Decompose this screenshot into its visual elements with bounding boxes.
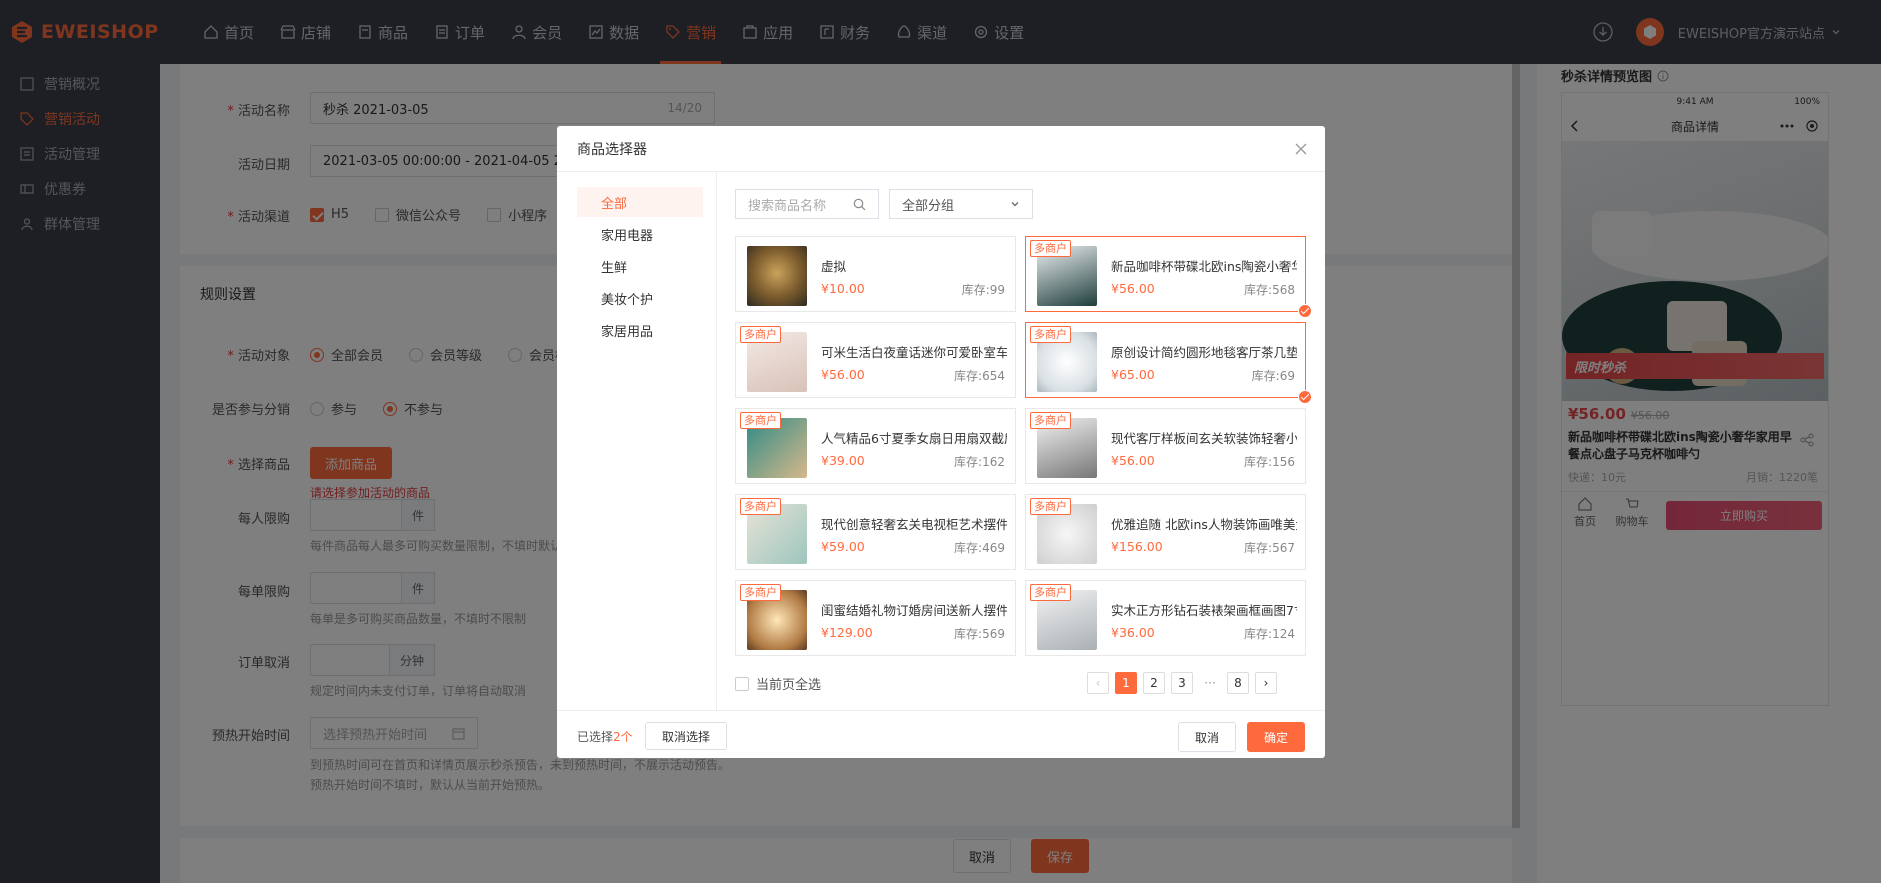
multi-merchant-badge: 多商户 — [1030, 326, 1071, 343]
product-name: 现代客厅样板间玄关软装饰轻奢小摆件 — [1111, 431, 1297, 446]
page-8[interactable]: 8 — [1227, 672, 1249, 694]
page-2[interactable]: 2 — [1143, 672, 1165, 694]
product-search-input[interactable]: 搜索商品名称 — [735, 189, 879, 219]
select-all-label: 当前页全选 — [756, 678, 822, 693]
product-name: 可米生活白夜童话迷你可爱卧室车载 — [821, 345, 1007, 360]
product-name: 闺蜜结婚礼物订婚房间送新人摆件 — [821, 603, 1007, 618]
search-placeholder: 搜索商品名称 — [748, 198, 827, 214]
product-price: ¥156.00 — [1111, 539, 1163, 554]
clear-selection-button[interactable]: 取消选择 — [645, 722, 727, 750]
product-name: 原创设计简约圆形地毯客厅茶几垫 — [1111, 345, 1297, 360]
product-price: ¥10.00 — [821, 281, 865, 296]
close-icon[interactable] — [1295, 143, 1307, 155]
product-name: 新品咖啡杯带碟北欧ins陶瓷小奢华家用 — [1111, 259, 1297, 274]
selected-count: 2个 — [613, 730, 633, 744]
product-card[interactable]: 多商户现代客厅样板间玄关软装饰轻奢小摆件 ¥56.00 库存:156 — [1025, 408, 1306, 484]
category-beauty[interactable]: 美妆个护 — [577, 283, 703, 313]
search-icon — [853, 198, 866, 210]
product-stock: 库存:568 — [1244, 283, 1295, 297]
multi-merchant-badge: 多商户 — [1030, 498, 1071, 515]
page-1[interactable]: 1 — [1115, 672, 1137, 694]
modal-footer-divider — [557, 710, 1325, 711]
group-select[interactable]: 全部分组 — [889, 189, 1033, 219]
modal-cancel-button[interactable]: 取消 — [1178, 722, 1236, 752]
product-stock: 库存:124 — [1244, 627, 1295, 641]
product-price: ¥59.00 — [821, 539, 865, 554]
category-all[interactable]: 全部 — [577, 187, 703, 217]
product-stock: 库存:156 — [1244, 455, 1295, 469]
product-price: ¥36.00 — [1111, 625, 1155, 640]
product-card[interactable]: 多商户新品咖啡杯带碟北欧ins陶瓷小奢华家用 ¥56.00 库存:568 — [1025, 236, 1312, 318]
multi-merchant-badge: 多商户 — [1030, 584, 1071, 601]
multi-merchant-badge: 多商户 — [740, 326, 781, 343]
product-stock: 库存:569 — [954, 627, 1005, 641]
multi-merchant-badge: 多商户 — [740, 584, 781, 601]
product-card[interactable]: 多商户闺蜜结婚礼物订婚房间送新人摆件 ¥129.00 库存:569 — [735, 580, 1016, 656]
product-name: 现代创意轻奢玄关电视柜艺术摆件 — [821, 517, 1007, 532]
product-name: 人气精品6寸夏季女扇日用扇双截扇 — [821, 431, 1007, 446]
modal-header: 商品选择器 — [557, 126, 1325, 172]
select-all-checkbox[interactable] — [735, 676, 749, 691]
category-appliances[interactable]: 家用电器 — [577, 219, 703, 249]
product-name: 虚拟 — [821, 259, 847, 274]
selected-check-icon — [1298, 390, 1312, 404]
product-stock: 库存:99 — [961, 283, 1005, 297]
product-price: ¥39.00 — [821, 453, 865, 468]
page-3[interactable]: 3 — [1171, 672, 1193, 694]
multi-merchant-badge: 多商户 — [740, 498, 781, 515]
product-price: ¥56.00 — [821, 367, 865, 382]
category-home[interactable]: 家居用品 — [577, 315, 703, 345]
multi-merchant-badge: 多商户 — [1030, 240, 1071, 257]
product-card[interactable]: 多商户现代创意轻奢玄关电视柜艺术摆件 ¥59.00 库存:469 — [735, 494, 1016, 570]
product-price: ¥56.00 — [1111, 453, 1155, 468]
chevron-down-icon — [1011, 202, 1019, 207]
product-card[interactable]: 虚拟 ¥10.00 库存:99 — [735, 236, 1016, 312]
multi-merchant-badge: 多商户 — [1030, 412, 1071, 429]
product-stock: 库存:654 — [954, 369, 1005, 383]
product-card[interactable]: 多商户人气精品6寸夏季女扇日用扇双截扇 ¥39.00 库存:162 — [735, 408, 1016, 484]
product-price: ¥65.00 — [1111, 367, 1155, 382]
product-name: 实木正方形钻石装裱架画框画图7寸 — [1111, 603, 1297, 618]
modal-confirm-button[interactable]: 确定 — [1247, 722, 1305, 752]
product-name: 优雅追随 北欧ins人物装饰画唯美大 — [1111, 517, 1297, 532]
product-card[interactable]: 多商户优雅追随 北欧ins人物装饰画唯美大 ¥156.00 库存:567 — [1025, 494, 1306, 570]
product-price: ¥56.00 — [1111, 281, 1155, 296]
group-select-value: 全部分组 — [902, 198, 955, 214]
selected-check-icon — [1298, 304, 1312, 318]
select-all-row: 当前页全选 — [735, 674, 821, 693]
multi-merchant-badge: 多商户 — [740, 412, 781, 429]
selected-summary: 已选择 2个 — [577, 728, 633, 745]
product-stock: 库存:469 — [954, 541, 1005, 555]
prev-page-button[interactable]: ‹ — [1087, 672, 1109, 694]
category-fresh[interactable]: 生鲜 — [577, 251, 703, 281]
product-card[interactable]: 多商户实木正方形钻石装裱架画框画图7寸 ¥36.00 库存:124 — [1025, 580, 1306, 656]
product-card[interactable]: 多商户可米生活白夜童话迷你可爱卧室车载 ¥56.00 库存:654 — [735, 322, 1016, 398]
selected-prefix: 已选择 — [577, 730, 614, 744]
product-stock: 库存:162 — [954, 455, 1005, 469]
product-selector-modal: 商品选择器 全部 家用电器 生鲜 美妆个护 家居用品 搜索商品名称 全部分组 虚… — [557, 126, 1325, 758]
product-price: ¥129.00 — [821, 625, 873, 640]
product-thumbnail — [747, 246, 807, 306]
modal-title: 商品选择器 — [577, 141, 647, 158]
product-stock: 库存:567 — [1244, 541, 1295, 555]
next-page-button[interactable]: › — [1255, 672, 1277, 694]
page-ellipsis: ··· — [1199, 672, 1221, 694]
product-stock: 库存:69 — [1251, 369, 1295, 383]
product-card[interactable]: 多商户原创设计简约圆形地毯客厅茶几垫 ¥65.00 库存:69 — [1025, 322, 1312, 404]
